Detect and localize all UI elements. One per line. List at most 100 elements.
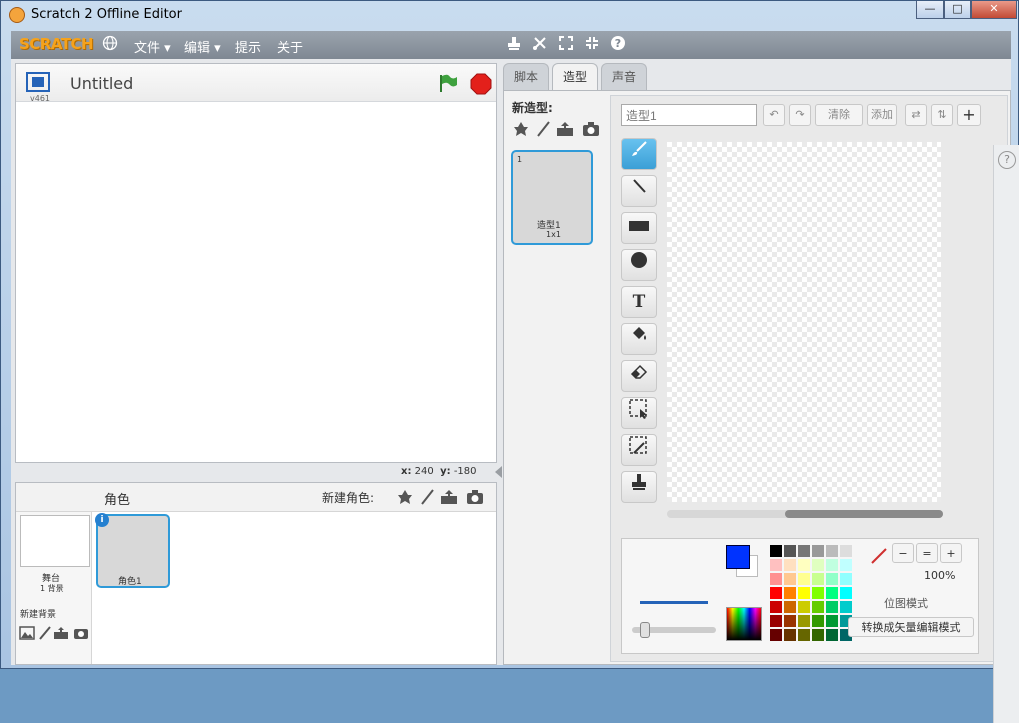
palette-color-swatch[interactable] <box>784 601 796 613</box>
menu-about[interactable]: 关于 <box>277 37 303 56</box>
paint-new-costume-icon[interactable] <box>534 121 552 137</box>
stage-panel[interactable]: v461 Untitled <box>15 63 497 463</box>
minimize-button[interactable]: — <box>916 1 944 19</box>
paintbrush-tool[interactable] <box>621 138 657 170</box>
convert-to-vector-button[interactable]: 转换成矢量编辑模式 <box>848 617 974 637</box>
camera-backdrop-icon[interactable] <box>72 626 90 642</box>
panel-scrollbar[interactable]: ? <box>993 145 1019 723</box>
palette-color-swatch[interactable] <box>784 573 796 585</box>
camera-costume-icon[interactable] <box>582 121 600 137</box>
tab-sounds[interactable]: 声音 <box>601 63 647 91</box>
palette-color-swatch[interactable] <box>798 587 810 599</box>
zoom-out-icon[interactable]: − <box>892 543 914 563</box>
flip-vertical-icon[interactable]: ⇅ <box>931 104 953 126</box>
stage-thumbnail[interactable] <box>20 515 90 567</box>
rectangle-tool[interactable] <box>621 212 657 244</box>
line-tool[interactable] <box>621 175 657 207</box>
palette-color-swatch[interactable] <box>798 629 810 641</box>
costume-name-input[interactable] <box>621 104 757 126</box>
title-bar[interactable]: Scratch 2 Offline Editor — □ ✕ <box>1 1 1018 29</box>
upload-backdrop-icon[interactable] <box>52 626 70 642</box>
tab-costumes[interactable]: 造型 <box>552 63 598 92</box>
language-globe-icon[interactable] <box>101 35 119 53</box>
palette-color-swatch[interactable] <box>784 545 796 557</box>
brush-size-handle[interactable] <box>640 622 650 638</box>
fill-bucket-tool[interactable] <box>621 323 657 355</box>
palette-color-swatch[interactable] <box>770 587 782 599</box>
maximize-button[interactable]: □ <box>944 1 971 19</box>
eraser-tool[interactable] <box>621 360 657 392</box>
upload-costume-icon[interactable] <box>556 121 574 137</box>
zoom-reset-icon[interactable]: = <box>916 543 938 563</box>
text-tool[interactable]: T <box>621 286 657 318</box>
palette-color-swatch[interactable] <box>840 601 852 613</box>
zoom-in-icon[interactable]: + <box>940 543 962 563</box>
palette-color-swatch[interactable] <box>770 559 782 571</box>
palette-color-swatch[interactable] <box>798 559 810 571</box>
palette-color-swatch[interactable] <box>812 587 824 599</box>
palette-color-swatch[interactable] <box>812 629 824 641</box>
set-center-icon[interactable]: + <box>957 104 981 126</box>
stamp-tool[interactable] <box>621 471 657 503</box>
help-question-icon[interactable]: ? <box>998 151 1016 169</box>
palette-color-swatch[interactable] <box>812 559 824 571</box>
sprite-library-icon[interactable] <box>396 489 414 505</box>
backdrop-library-icon[interactable] <box>18 626 36 642</box>
palette-color-swatch[interactable] <box>784 629 796 641</box>
palette-color-swatch[interactable] <box>770 573 782 585</box>
costume-thumbnail[interactable]: 1 造型1 1x1 <box>511 150 593 245</box>
scratch-logo[interactable]: SCRATCH <box>19 35 94 53</box>
palette-color-swatch[interactable] <box>840 587 852 599</box>
ellipse-tool[interactable] <box>621 249 657 281</box>
palette-color-swatch[interactable] <box>840 545 852 557</box>
green-flag-icon[interactable] <box>438 73 458 93</box>
palette-color-swatch[interactable] <box>770 545 782 557</box>
redo-button[interactable]: ↷ <box>789 104 811 126</box>
help-icon[interactable]: ? <box>609 35 627 53</box>
palette-color-swatch[interactable] <box>798 615 810 627</box>
project-title[interactable]: Untitled <box>70 74 133 93</box>
palette-color-swatch[interactable] <box>812 615 824 627</box>
primary-color-swatch[interactable] <box>726 545 750 569</box>
undo-button[interactable]: ↶ <box>763 104 785 126</box>
menu-edit[interactable]: 编辑 ▾ <box>184 37 221 56</box>
palette-color-swatch[interactable] <box>826 573 838 585</box>
import-button[interactable]: 添加 <box>867 104 897 126</box>
palette-color-swatch[interactable] <box>826 587 838 599</box>
menu-tips[interactable]: 提示 <box>235 37 261 56</box>
canvas-scrollbar-thumb[interactable] <box>785 510 943 518</box>
palette-color-swatch[interactable] <box>798 601 810 613</box>
palette-color-swatch[interactable] <box>826 601 838 613</box>
palette-color-swatch[interactable] <box>812 601 824 613</box>
shrink-icon[interactable] <box>583 35 601 53</box>
palette-color-swatch[interactable] <box>784 615 796 627</box>
grow-icon[interactable] <box>557 35 575 53</box>
sprite-thumbnail[interactable]: i 角色1 <box>95 513 170 588</box>
stop-sign-icon[interactable] <box>470 73 492 95</box>
camera-sprite-icon[interactable] <box>466 489 484 505</box>
duplicate-stamp-icon[interactable] <box>505 35 523 53</box>
palette-color-swatch[interactable] <box>770 615 782 627</box>
palette-color-swatch[interactable] <box>784 559 796 571</box>
remove-background-tool[interactable] <box>621 434 657 466</box>
paint-new-sprite-icon[interactable] <box>418 489 436 505</box>
select-tool[interactable] <box>621 397 657 429</box>
costume-library-icon[interactable] <box>512 121 530 137</box>
palette-color-swatch[interactable] <box>798 573 810 585</box>
close-button[interactable]: ✕ <box>971 1 1017 19</box>
menu-file[interactable]: 文件 ▾ <box>134 37 171 56</box>
palette-color-swatch[interactable] <box>840 573 852 585</box>
palette-color-swatch[interactable] <box>770 601 782 613</box>
palette-color-swatch[interactable] <box>826 629 838 641</box>
palette-color-swatch[interactable] <box>812 545 824 557</box>
tab-scripts[interactable]: 脚本 <box>503 63 549 91</box>
drawing-canvas[interactable] <box>667 142 941 502</box>
color-picker-spectrum[interactable] <box>726 607 762 641</box>
palette-color-swatch[interactable] <box>770 629 782 641</box>
palette-color-swatch[interactable] <box>826 559 838 571</box>
collapse-stage-arrow-icon[interactable] <box>495 466 502 478</box>
palette-color-swatch[interactable] <box>784 587 796 599</box>
no-color-icon[interactable] <box>868 547 890 565</box>
upload-sprite-icon[interactable] <box>440 489 458 505</box>
palette-color-swatch[interactable] <box>798 545 810 557</box>
